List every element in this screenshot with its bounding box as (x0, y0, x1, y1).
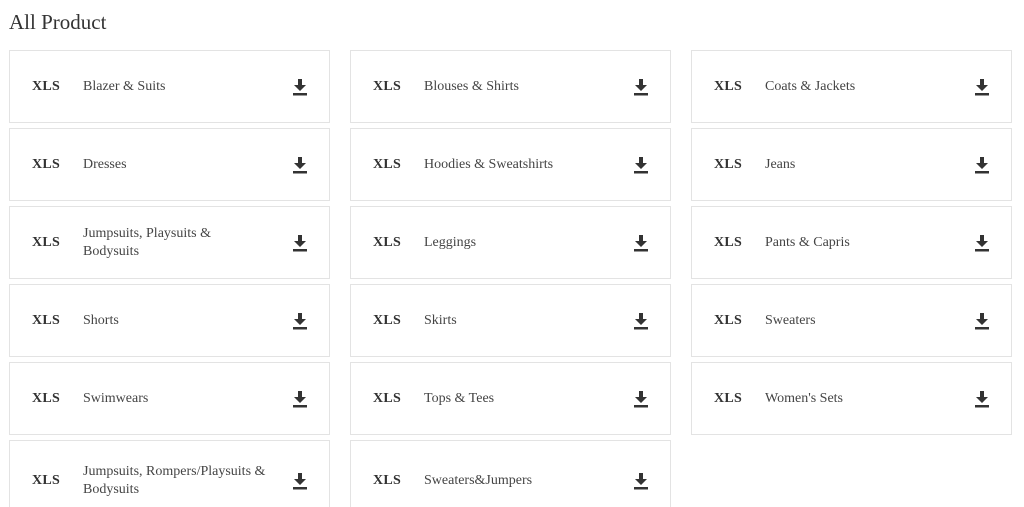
product-name: Pants & Capris (765, 234, 850, 250)
product-card: XLS Skirts (350, 284, 671, 357)
file-type-label: XLS (714, 78, 743, 94)
product-name: Hoodies & Sweatshirts (424, 156, 554, 172)
product-name: Blouses & Shirts (424, 78, 519, 94)
product-name: Dresses (83, 156, 127, 172)
file-type-label: XLS (32, 78, 61, 94)
download-icon[interactable] (292, 312, 308, 330)
file-type-label: XLS (32, 312, 61, 328)
product-card: XLS Hoodies & Sweatshirts (350, 128, 671, 201)
product-card: XLS Leggings (350, 206, 671, 279)
download-icon[interactable] (974, 234, 990, 252)
download-icon[interactable] (633, 234, 649, 252)
download-icon[interactable] (292, 156, 308, 174)
product-name: Jumpsuits, Playsuits & Bodysuits (83, 225, 211, 259)
download-icon[interactable] (974, 390, 990, 408)
file-type-label: XLS (32, 156, 61, 172)
file-type-label: XLS (714, 156, 743, 172)
product-card: XLS Jeans (691, 128, 1012, 201)
file-type-label: XLS (373, 390, 402, 406)
file-type-label: XLS (32, 390, 61, 406)
product-grid: XLS Blazer & Suits XLS Blouses & Shirts XLS C… (9, 50, 1013, 507)
product-name: Jeans (765, 156, 796, 172)
product-name: Sweaters&Jumpers (424, 472, 533, 488)
product-name: Leggings (424, 234, 477, 250)
download-icon[interactable] (974, 312, 990, 330)
file-type-label: XLS (373, 78, 402, 94)
product-card: XLS Jumpsuits, Rompers/Playsuits & Bodysu… (9, 440, 330, 507)
product-name: Swimwears (83, 390, 149, 406)
download-icon[interactable] (633, 472, 649, 490)
download-icon[interactable] (974, 78, 990, 96)
file-type-label: XLS (32, 234, 61, 250)
product-name: Sweaters (765, 312, 816, 328)
product-card: XLS Pants & Capris (691, 206, 1012, 279)
file-type-label: XLS (373, 234, 402, 250)
product-card: XLS Jumpsuits, Playsuits & Bodysuits (9, 206, 330, 279)
download-icon[interactable] (292, 472, 308, 490)
download-icon[interactable] (292, 78, 308, 96)
download-icon[interactable] (633, 78, 649, 96)
file-type-label: XLS (714, 234, 743, 250)
file-type-label: XLS (373, 472, 402, 488)
product-name: Tops & Tees (424, 390, 495, 406)
download-icon[interactable] (292, 234, 308, 252)
file-type-label: XLS (373, 312, 402, 328)
download-icon[interactable] (633, 312, 649, 330)
file-type-label: XLS (373, 156, 402, 172)
download-icon[interactable] (633, 390, 649, 408)
product-name: Blazer & Suits (83, 78, 166, 94)
product-card: XLS Women's Sets (691, 362, 1012, 435)
product-card: XLS Tops & Tees (350, 362, 671, 435)
product-name: Jumpsuits, Rompers/Playsuits & Bodysuits (83, 463, 266, 497)
product-name: Women's Sets (765, 390, 844, 406)
product-card: XLS Blazer & Suits (9, 50, 330, 123)
download-icon[interactable] (974, 156, 990, 174)
product-card: XLS Swimwears (9, 362, 330, 435)
product-card: XLS Sweaters&Jumpers (350, 440, 671, 507)
product-name: Skirts (424, 312, 457, 328)
page-title: All Product (9, 10, 107, 34)
product-card: XLS Blouses & Shirts (350, 50, 671, 123)
product-card: XLS Shorts (9, 284, 330, 357)
file-type-label: XLS (714, 390, 743, 406)
product-name: Coats & Jackets (765, 78, 856, 94)
file-type-label: XLS (32, 472, 61, 488)
product-name: Shorts (83, 312, 119, 328)
product-card: XLS Sweaters (691, 284, 1012, 357)
product-card: XLS Dresses (9, 128, 330, 201)
file-type-label: XLS (714, 312, 743, 328)
page: All Product XLS Blazer & Suits XLS Blouses … (0, 0, 1024, 507)
product-card: XLS Coats & Jackets (691, 50, 1012, 123)
download-icon[interactable] (633, 156, 649, 174)
download-icon[interactable] (292, 390, 308, 408)
